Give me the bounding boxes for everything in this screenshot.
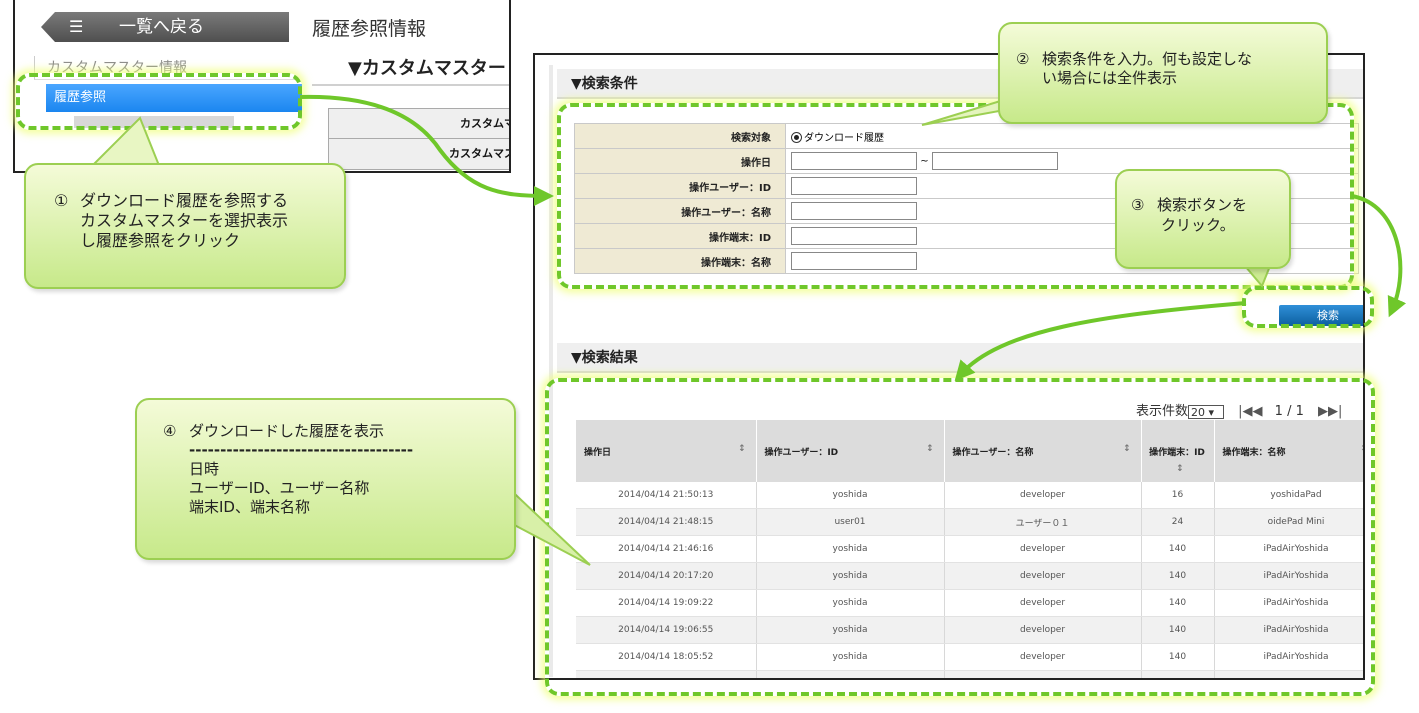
callout-step-4: ④ ダウンロードした履歴を表示 ------------------------… [135, 398, 516, 560]
callout-tail-1 [87, 116, 162, 169]
step-number: ② [1016, 50, 1030, 68]
step-number: ④ [163, 422, 177, 440]
callout-line: 検索ボタンを [1157, 196, 1248, 214]
callout-tail-3 [1242, 265, 1272, 288]
callout-line: 日時 [189, 460, 220, 478]
callout-line: カスタムマスターを選択表示 [80, 211, 289, 230]
callout-line: クリック。 [1161, 216, 1235, 234]
callout-line: 端末ID、端末名称 [189, 498, 310, 516]
callout-line: ユーザーID、ユーザー名称 [189, 479, 370, 497]
arrow-to-results [954, 301, 1247, 381]
step-number: ① [54, 191, 69, 210]
callout-line: い場合には全件表示 [1042, 69, 1178, 87]
step-number: ③ [1131, 196, 1145, 214]
arrow-to-button [1351, 194, 1407, 318]
callout-divider: ------------------------------------ [189, 441, 414, 459]
callout-title: ダウンロードした履歴を表示 [189, 422, 385, 440]
callout-step-3: ③ 検索ボタンを クリック。 [1115, 169, 1291, 269]
callout-step-2: ② 検索条件を入力。何も設定しな い場合には全件表示 [998, 22, 1328, 124]
callout-line: ダウンロード履歴を参照する [80, 191, 289, 210]
callout-step-1: ① ダウンロード履歴を参照する カスタムマスターを選択表示 し履歴参照をクリック [24, 163, 346, 289]
callout-line: し履歴参照をクリック [80, 231, 241, 250]
callout-line: 検索条件を入力。何も設定しな [1042, 50, 1253, 68]
